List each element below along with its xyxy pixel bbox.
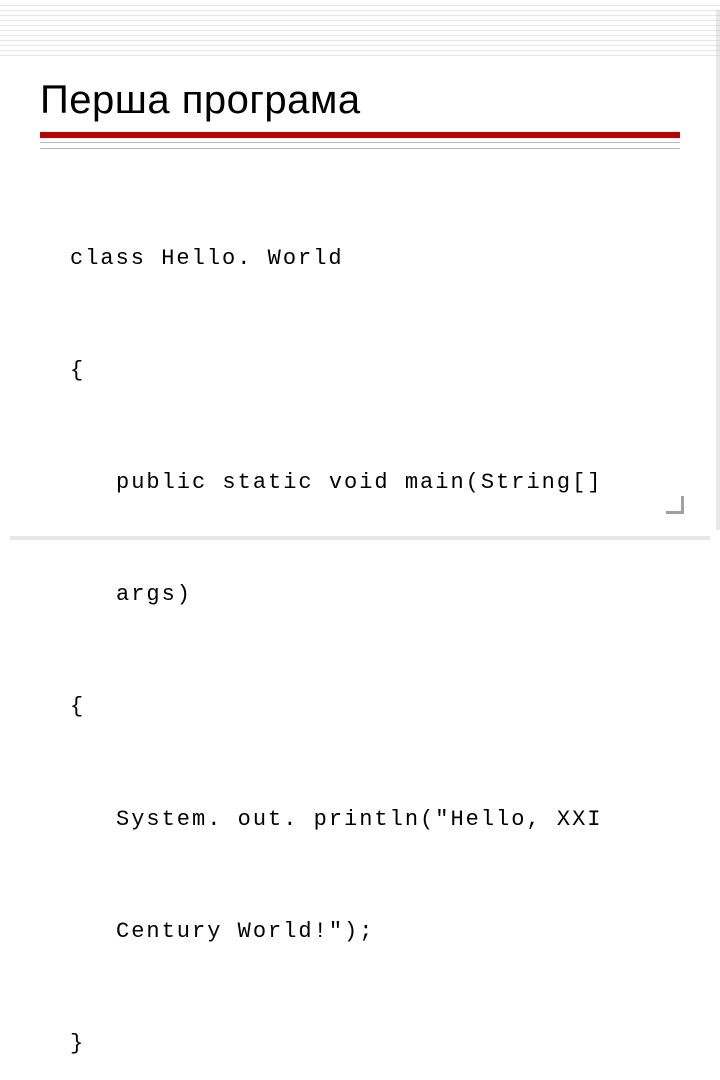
- slide-shadow: [10, 536, 710, 540]
- slide: Перша програма class Hello. World { publ…: [0, 0, 720, 540]
- code-line: {: [70, 352, 670, 389]
- corner-mark-icon: [666, 496, 684, 514]
- ruled-header-background: [0, 5, 720, 60]
- code-line: {: [70, 688, 670, 725]
- slide-title: Перша програма: [40, 78, 361, 123]
- code-line: args): [70, 576, 670, 613]
- code-line: public static void main(String[]: [70, 464, 670, 501]
- code-line: class Hello. World: [70, 240, 670, 277]
- slide-shadow: [716, 10, 720, 530]
- divider-line: [40, 148, 680, 149]
- code-line: }: [70, 1025, 670, 1062]
- code-line: Century World!");: [70, 913, 670, 950]
- code-block: class Hello. World { public static void …: [70, 165, 670, 1080]
- code-line: System. out. println("Hello, XXI: [70, 801, 670, 838]
- title-underline: [40, 132, 680, 138]
- divider-line: [40, 142, 680, 143]
